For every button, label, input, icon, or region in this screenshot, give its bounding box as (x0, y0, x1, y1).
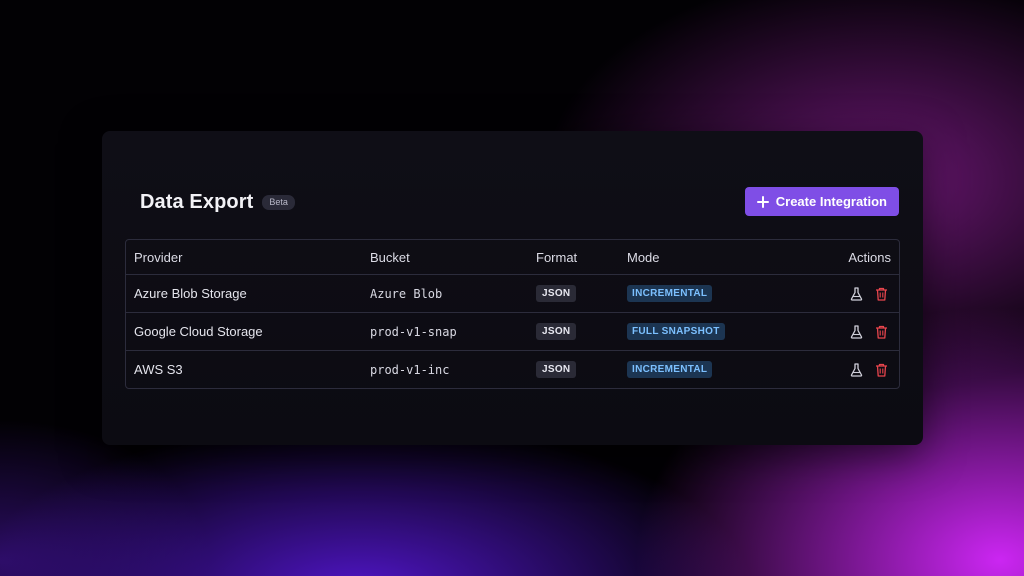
table-row: AWS S3 prod-v1-inc JSON INCREMENTAL (126, 350, 899, 388)
mode-badge: INCREMENTAL (627, 285, 713, 302)
trash-icon[interactable] (874, 363, 888, 377)
column-header-format: Format (536, 249, 578, 265)
mode-cell: INCREMENTAL (627, 351, 713, 388)
column-header-provider: Provider (134, 249, 183, 265)
bucket-cell: Azure Blob (370, 286, 443, 301)
bucket-cell: prod-v1-inc (370, 362, 450, 377)
format-badge: JSON (536, 323, 577, 340)
column-header-bucket: Bucket (370, 249, 410, 265)
row-actions (849, 275, 888, 312)
provider-cell: Google Cloud Storage (134, 324, 263, 339)
column-header-mode: Mode (627, 249, 660, 265)
mode-badge: INCREMENTAL (627, 361, 713, 378)
flask-icon[interactable] (849, 362, 863, 377)
format-badge: JSON (536, 285, 577, 302)
bucket-cell: prod-v1-snap (370, 324, 457, 339)
format-cell: JSON (536, 351, 577, 388)
flask-icon[interactable] (849, 286, 863, 301)
create-integration-button[interactable]: Create Integration (744, 187, 899, 216)
table-row: Google Cloud Storage prod-v1-snap JSON F… (126, 312, 899, 350)
row-actions (849, 351, 888, 388)
title-group: Data Export Beta (140, 187, 295, 217)
trash-icon[interactable] (874, 287, 888, 301)
table-header-row: Provider Bucket Format Mode Actions (126, 240, 899, 274)
provider-cell: AWS S3 (134, 362, 183, 377)
card-header: Data Export Beta Create Integration (140, 187, 899, 217)
create-integration-label: Create Integration (775, 194, 887, 209)
format-badge: JSON (536, 361, 577, 378)
mode-cell: FULL SNAPSHOT (627, 313, 725, 350)
table-row: Azure Blob Storage Azure Blob JSON INCRE… (126, 274, 899, 312)
trash-icon[interactable] (874, 325, 888, 339)
provider-cell: Azure Blob Storage (134, 286, 247, 301)
data-export-card: Data Export Beta Create Integration Prov… (102, 131, 923, 445)
plus-icon (756, 195, 769, 208)
integrations-table: Provider Bucket Format Mode Actions Azur… (125, 239, 900, 389)
format-cell: JSON (536, 313, 577, 350)
format-cell: JSON (536, 275, 577, 312)
column-header-actions: Actions (848, 249, 891, 265)
flask-icon[interactable] (849, 324, 863, 339)
mode-badge: FULL SNAPSHOT (627, 323, 725, 340)
beta-badge: Beta (262, 194, 295, 210)
mode-cell: INCREMENTAL (627, 275, 713, 312)
row-actions (849, 313, 888, 350)
page-title: Data Export (140, 190, 254, 213)
